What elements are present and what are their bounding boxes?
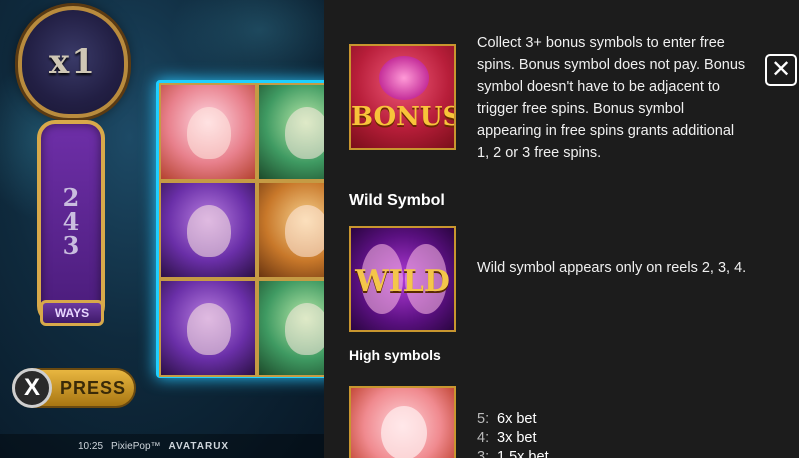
ways-digit: 3 xyxy=(62,231,80,260)
bonus-description: Collect 3+ bonus symbols to enter free s… xyxy=(477,35,746,161)
payout-row: 5: 6x bet xyxy=(477,410,549,429)
reel-symbol xyxy=(257,181,324,279)
paytable-panel: ✕ BONUS Collect 3+ bonus symbols to ente… xyxy=(324,0,799,458)
ways-label: WAYS xyxy=(40,300,104,326)
game-area: x1 2 4 3 WAYS X PRESS 10:25 PixiePop™ AV… xyxy=(0,0,324,458)
payout-value: 3x bet xyxy=(497,430,537,446)
high-symbol-image xyxy=(349,386,456,458)
xpress-label: PRESS xyxy=(60,377,127,398)
multiplier-badge: x1 xyxy=(18,6,128,118)
payout-count: 4: xyxy=(477,430,490,446)
payout-value: 6x bet xyxy=(497,411,537,427)
clock: 10:25 xyxy=(78,440,104,452)
payout-row: 4: 3x bet xyxy=(477,429,549,448)
multiplier-value: x1 xyxy=(49,42,97,82)
reel-symbol xyxy=(159,83,257,181)
reel-symbol xyxy=(257,279,324,377)
x-icon: X xyxy=(12,368,52,408)
wild-symbol-image: WILD xyxy=(349,226,456,332)
bonus-symbol-image: BONUS xyxy=(349,44,456,150)
background-foliage xyxy=(170,0,324,90)
flower-icon xyxy=(379,56,429,100)
character-face xyxy=(285,303,324,355)
high-symbols-title: High symbols xyxy=(349,347,441,363)
xpress-button[interactable]: X PRESS xyxy=(12,368,136,408)
payout-list: 5: 6x bet 4: 3x bet 3: 1.5x bet xyxy=(477,410,549,458)
character-face xyxy=(187,205,231,257)
status-footer: 10:25 PixiePop™ AVATARUX xyxy=(0,434,324,458)
game-name: PixiePop™ xyxy=(111,440,161,452)
ways-counter: 2 4 3 xyxy=(37,120,105,324)
payout-value: 1.5x bet xyxy=(497,449,549,458)
reel-symbol xyxy=(159,181,257,279)
character-face xyxy=(285,205,324,257)
bonus-symbol-word: BONUS xyxy=(351,102,456,132)
brand-logo: AVATARUX xyxy=(168,440,230,452)
reel-symbol xyxy=(159,279,257,377)
payout-row: 3: 1.5x bet xyxy=(477,448,549,458)
character-face xyxy=(381,406,427,458)
wild-description: Wild symbol appears only on reels 2, 3, … xyxy=(477,260,747,276)
character-face xyxy=(187,107,231,159)
reel-grid xyxy=(156,80,324,378)
payout-count: 3: xyxy=(477,449,490,458)
character-face xyxy=(187,303,231,355)
wild-symbol-word: WILD xyxy=(355,264,450,299)
wild-section-title: Wild Symbol xyxy=(349,192,445,209)
close-button[interactable]: ✕ xyxy=(765,54,797,86)
payout-count: 5: xyxy=(477,411,490,427)
character-face xyxy=(285,107,324,159)
close-icon: ✕ xyxy=(770,56,792,83)
reel-symbol xyxy=(257,83,324,181)
